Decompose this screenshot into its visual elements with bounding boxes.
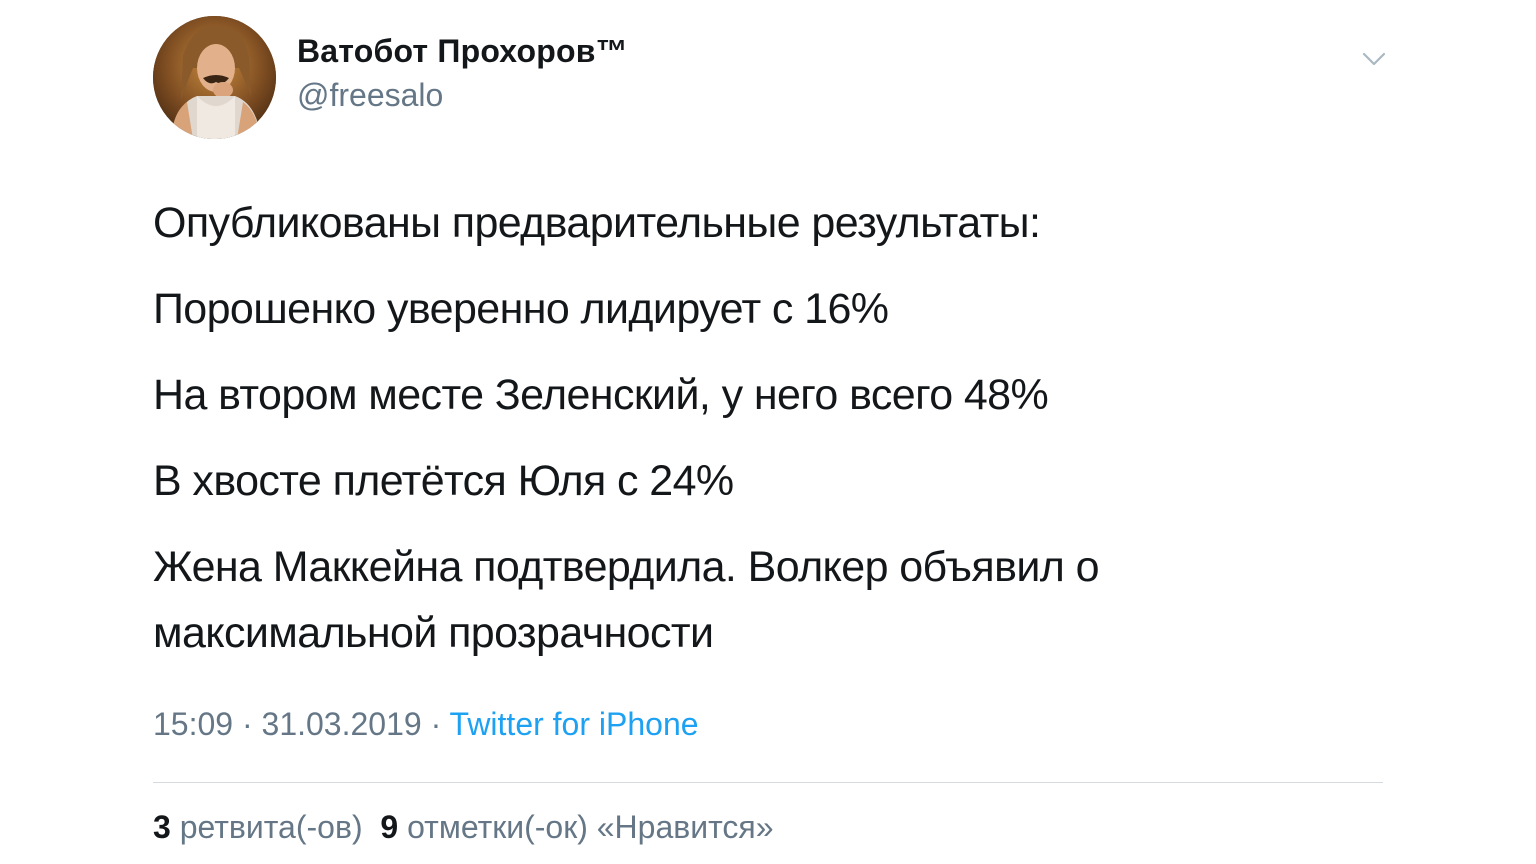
retweets-stat[interactable]: 3 ретвита(-ов): [153, 809, 363, 845]
author-display-name[interactable]: Ватобот Прохоров™: [297, 33, 628, 70]
tweet-time[interactable]: 15:09: [153, 706, 233, 742]
avatar[interactable]: [153, 16, 276, 139]
author-handle[interactable]: @freesalo: [297, 77, 443, 114]
tweet-detail: Ватобот Прохоров™ @freesalo Опубликованы…: [0, 0, 1536, 864]
tweet-line: Порошенко уверенно лидирует с 16%: [153, 285, 889, 333]
tweet-meta: 15:09 · 31.03.2019 · Twitter for iPhone: [153, 706, 699, 743]
tweet-source-link[interactable]: Twitter for iPhone: [450, 706, 699, 742]
tweet-date[interactable]: 31.03.2019: [262, 706, 422, 742]
tweet-line: На втором месте Зеленский, у него всего …: [153, 371, 1049, 419]
divider: [153, 782, 1383, 783]
likes-label: отметки(-ок) «Нравится»: [407, 809, 774, 845]
tweet-text: Опубликованы предварительные результаты:…: [153, 190, 1383, 686]
likes-count: 9: [380, 809, 399, 845]
tweet-stats: 3 ретвита(-ов) 9 отметки(-ок) «Нравится»: [153, 809, 774, 846]
chevron-down-icon[interactable]: [1360, 48, 1388, 70]
meta-separator: ·: [233, 706, 262, 742]
retweets-label: ретвита(-ов): [179, 809, 363, 845]
tweet-line: Опубликованы предварительные результаты:: [153, 199, 1041, 247]
retweets-count: 3: [153, 809, 171, 845]
meta-separator: ·: [421, 706, 450, 742]
tweet-line: В хвосте плетётся Юля с 24%: [153, 457, 734, 505]
person-portrait-icon: [153, 16, 276, 139]
tweet-line: Жена Маккейна подтвердила. Волкер объяви…: [153, 543, 1100, 657]
likes-stat[interactable]: 9 отметки(-ок) «Нравится»: [380, 809, 773, 845]
